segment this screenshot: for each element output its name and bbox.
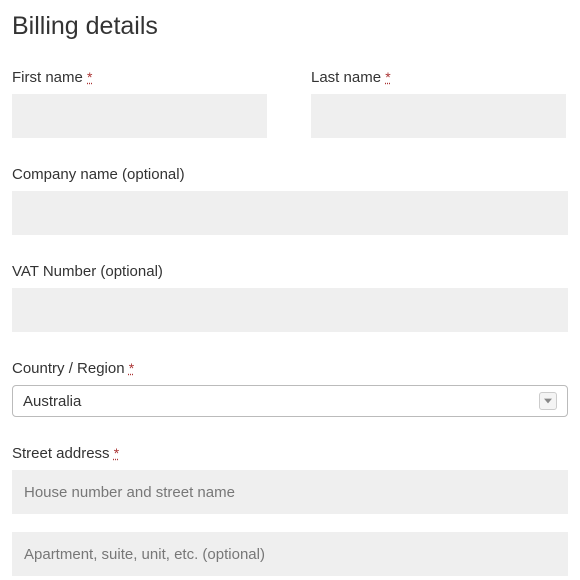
vat-label: VAT Number (optional) [12,263,568,280]
page-title: Billing details [12,12,568,41]
company-input[interactable] [12,191,568,235]
last-name-label: Last name * [311,69,566,86]
first-name-label: First name * [12,69,267,86]
street-label-text: Street address [12,445,110,462]
chevron-down-icon [539,392,557,410]
field-country: Country / Region * Australia [12,360,568,417]
required-marker: * [129,360,134,376]
last-name-label-text: Last name [311,69,381,86]
required-marker: * [385,69,390,85]
country-select[interactable]: Australia [12,385,568,417]
street-label: Street address * [12,445,568,462]
field-last-name: Last name * [311,69,566,138]
street-input-2[interactable] [12,532,568,576]
first-name-label-text: First name [12,69,83,86]
field-street: Street address * [12,445,568,576]
country-selected-value: Australia [23,393,539,410]
field-vat: VAT Number (optional) [12,263,568,332]
country-label-text: Country / Region [12,360,125,377]
field-first-name: First name * [12,69,267,138]
street-input-1[interactable] [12,470,568,514]
last-name-input[interactable] [311,94,566,138]
first-name-input[interactable] [12,94,267,138]
vat-input[interactable] [12,288,568,332]
country-label: Country / Region * [12,360,568,377]
required-marker: * [114,445,119,461]
company-label: Company name (optional) [12,166,568,183]
required-marker: * [87,69,92,85]
field-company: Company name (optional) [12,166,568,235]
